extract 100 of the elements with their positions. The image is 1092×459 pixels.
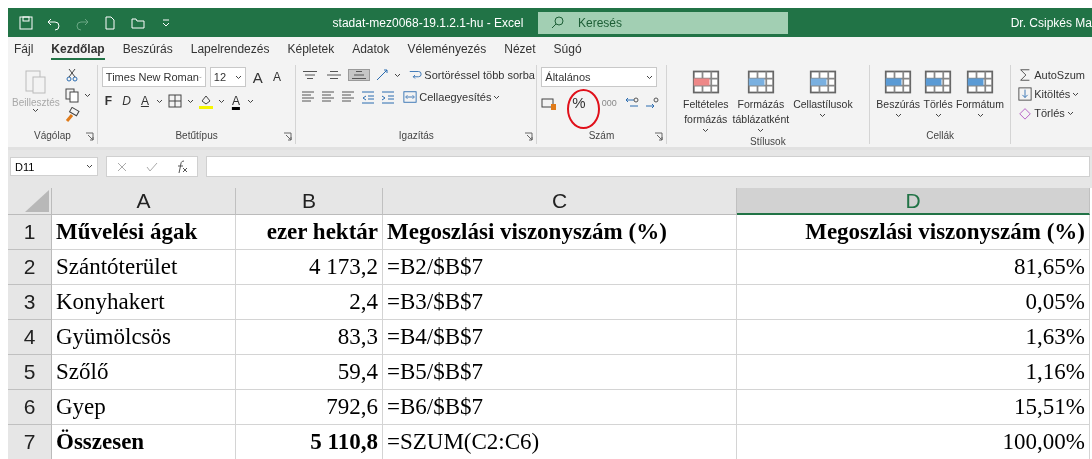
group-label: Szám	[587, 130, 616, 143]
dialog-launcher-icon[interactable]	[524, 132, 534, 141]
grow-font-button[interactable]: A	[249, 67, 266, 87]
caret-icon	[32, 108, 40, 113]
table-cell: =B4/$B$7	[383, 320, 737, 355]
font-color-button[interactable]: A	[228, 93, 243, 109]
ribbon-tab[interactable]: Beszúrás	[122, 39, 173, 60]
new-file-icon[interactable]	[102, 14, 118, 31]
cell-styles-button[interactable]: Cellastílusok	[792, 67, 854, 134]
column-header[interactable]: D	[737, 188, 1090, 215]
annotation-circle	[567, 89, 601, 129]
ribbon-tab[interactable]: Nézet	[504, 39, 536, 60]
caret-icon	[819, 113, 827, 118]
format-as-table-button[interactable]: Formázás táblázatként	[731, 67, 791, 134]
table-cell: Művelési ágak	[52, 215, 236, 250]
caret-icon	[234, 74, 242, 80]
search-bar[interactable]: Keresés	[538, 11, 788, 34]
table-grid-icon	[745, 68, 776, 96]
caret-icon	[894, 113, 902, 118]
bottom-align-button[interactable]	[348, 69, 371, 81]
ribbon-tab[interactable]: Adatok	[352, 39, 390, 60]
table-cell: 5 110,8	[236, 425, 383, 459]
table-cell: 15,51%	[737, 390, 1090, 425]
group-label: Stílusok	[749, 136, 787, 147]
fill-button[interactable]: Kitöltés	[1015, 86, 1088, 102]
italic-button[interactable]: D	[119, 93, 134, 109]
window-title: stadat-mez0068-19.1.2.1-hu - Excel	[331, 15, 525, 30]
cut-icon[interactable]	[63, 67, 80, 83]
align-left-icon[interactable]	[300, 89, 317, 105]
search-icon[interactable]	[550, 14, 566, 31]
caret-icon	[646, 74, 654, 80]
caret-icon	[493, 94, 501, 100]
ribbon-tab[interactable]: Súgó	[553, 39, 582, 60]
table-cell: =B2/$B$7	[383, 250, 737, 285]
save-icon[interactable]	[18, 14, 34, 31]
table-cell: =SZUM(C2:C6)	[383, 425, 737, 459]
table-cell: 2,4	[236, 285, 383, 320]
shrink-font-button[interactable]: A	[269, 69, 284, 85]
row-header[interactable]: 1	[8, 215, 52, 250]
insert-cells-button[interactable]: Beszúrás	[875, 67, 922, 128]
dialog-launcher-icon[interactable]	[84, 132, 94, 141]
ribbon-tab[interactable]: Véleményezés	[407, 39, 487, 60]
merge-cells-button[interactable]: Cellaegyesítés	[400, 89, 504, 105]
delete-cells-button[interactable]: Törlés	[922, 67, 955, 128]
dialog-launcher-icon[interactable]	[653, 132, 663, 141]
ribbon-tab[interactable]: Képletek	[287, 39, 335, 60]
table-cell: ezer hektár	[236, 215, 383, 250]
ribbon-tab[interactable]: Lapelrendezés	[190, 39, 270, 60]
clear-button[interactable]: Törlés	[1015, 105, 1088, 121]
search-field[interactable]: Keresés	[578, 11, 778, 34]
row-header[interactable]: 3	[8, 285, 52, 320]
column-header[interactable]: B	[236, 188, 383, 215]
conditional-formatting-button[interactable]: Feltételes formázás	[682, 67, 730, 134]
format-painter-icon[interactable]	[63, 107, 80, 123]
autosum-button[interactable]: AutoSzum	[1015, 67, 1088, 83]
group-label: Vágólap	[33, 130, 72, 143]
caret-icon	[186, 98, 194, 104]
decrease-decimal-icon[interactable]	[643, 94, 660, 111]
underline-button[interactable]: A	[137, 93, 152, 109]
align-center-icon[interactable]	[320, 89, 337, 105]
row-header[interactable]: 5	[8, 355, 52, 390]
row-header[interactable]: 7	[8, 425, 52, 459]
format-cells-button[interactable]: Formátum	[955, 67, 1005, 128]
bold-button[interactable]: F	[101, 93, 116, 109]
copy-icon[interactable]	[63, 87, 80, 103]
caret-icon	[1066, 110, 1074, 116]
caret-icon	[83, 92, 91, 98]
table-cell: =B6/$B$7	[383, 390, 737, 425]
table-cell: Megoszlási viszonyszám (%)	[737, 215, 1090, 250]
table-cell: Megoszlási viszonyszám (%)	[383, 215, 737, 250]
table-cell: 59,4	[236, 355, 383, 390]
font-size-dropdown[interactable]: 12	[209, 67, 246, 87]
ribbon-tab[interactable]: Fájl	[14, 39, 34, 60]
number-format-dropdown[interactable]: Általános	[541, 67, 658, 87]
user-name[interactable]: Dr. Csipkés Ma	[1010, 15, 1092, 30]
merge-cells-icon	[403, 90, 418, 104]
font-family-dropdown[interactable]: Times New Roman	[101, 67, 206, 87]
percent-button[interactable]: %	[569, 93, 589, 112]
caret-icon	[86, 164, 93, 169]
row-header[interactable]: 2	[8, 250, 52, 285]
orientation-icon[interactable]	[374, 67, 391, 83]
table-grid-icon	[883, 68, 914, 96]
align-right-icon[interactable]	[340, 89, 357, 105]
ribbon-tab[interactable]: Kezdőlap	[51, 39, 105, 60]
formula-input[interactable]	[206, 156, 1090, 177]
caret-icon	[155, 98, 163, 104]
name-box[interactable]: D11	[10, 157, 98, 176]
wrap-text-button[interactable]: Sortöréssel több sorba	[405, 67, 538, 83]
dialog-launcher-icon[interactable]	[283, 132, 293, 141]
table-cell: =B3/$B$7	[383, 285, 737, 320]
table-grid-icon	[690, 68, 721, 96]
row-header[interactable]: 6	[8, 390, 52, 425]
group-label: Betűtípus	[174, 130, 219, 143]
borders-icon[interactable]	[166, 93, 183, 109]
column-header[interactable]: C	[383, 188, 737, 215]
wrap-text-icon	[408, 68, 423, 82]
column-header[interactable]: A	[52, 188, 236, 215]
fill-color-icon[interactable]	[197, 93, 214, 109]
row-header[interactable]: 4	[8, 320, 52, 355]
caret-icon	[976, 113, 984, 118]
